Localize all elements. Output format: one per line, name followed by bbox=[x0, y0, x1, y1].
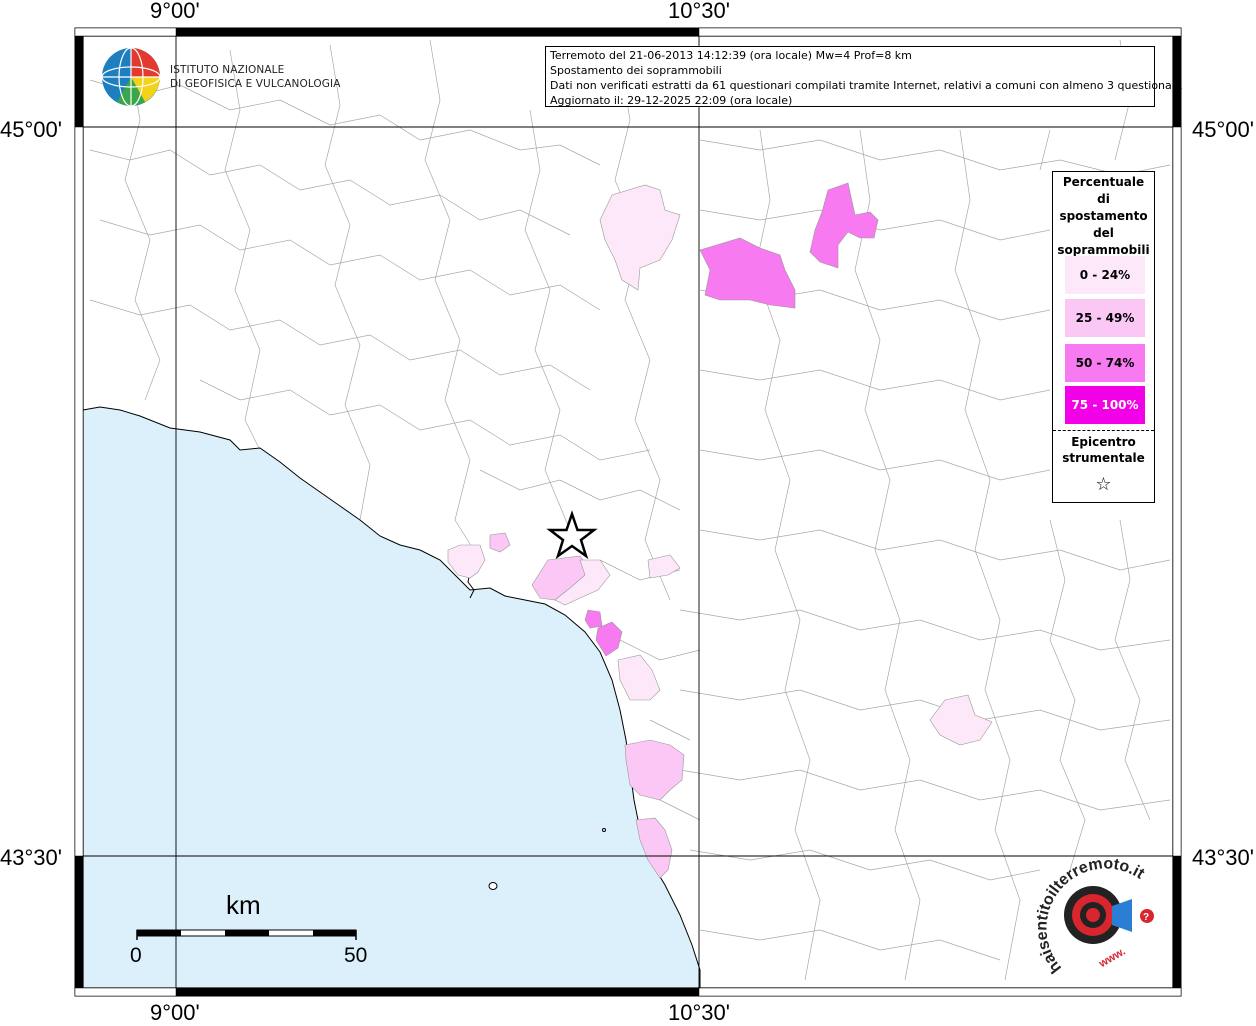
legend-item-50-74: 50 - 74% bbox=[1065, 344, 1145, 382]
scale-start: 0 bbox=[130, 944, 142, 967]
institute-line-1: ISTITUTO NAZIONALE bbox=[170, 64, 285, 76]
institute-line-2: DI GEOFISICA E VULCANOLOGIA bbox=[170, 78, 341, 90]
ingv-logo-icon bbox=[101, 47, 161, 107]
legend-title: Percentuale di spostamento del soprammob… bbox=[1053, 174, 1154, 259]
legend-item-label: 75 - 100% bbox=[1071, 398, 1139, 412]
island-meloria bbox=[602, 828, 606, 832]
scale-end: 50 bbox=[344, 944, 368, 967]
legend-item-25-49: 25 - 49% bbox=[1065, 299, 1145, 337]
legend-epicenter-line-2: strumentale bbox=[1062, 451, 1145, 465]
event-info-box: Terremoto del 21-06-2013 14:12:39 (ora l… bbox=[545, 46, 1183, 107]
scale-unit: km bbox=[226, 890, 261, 920]
legend-star-icon: ☆ bbox=[1095, 474, 1112, 495]
institute-name: ISTITUTO NAZIONALE DI GEOFISICA E VULCAN… bbox=[170, 63, 341, 91]
svg-text:?: ? bbox=[1143, 912, 1149, 923]
legend-item-label: 0 - 24% bbox=[1079, 268, 1131, 282]
data-note: Dati non verificati estratti da 61 quest… bbox=[550, 79, 1183, 92]
map-subject: Spostamento dei soprammobili bbox=[550, 64, 722, 77]
map[interactable]: ? haisentitoilterremoto.it www. bbox=[0, 0, 1256, 1024]
update-time: Aggiornato il: 29-12-2025 22:09 (ora loc… bbox=[550, 94, 793, 107]
legend-item-label: 25 - 49% bbox=[1075, 311, 1135, 325]
legend-title-line: Percentuale bbox=[1062, 175, 1145, 189]
legend-title-line: spostamento bbox=[1059, 209, 1148, 223]
island-gorgona bbox=[488, 882, 498, 890]
legend-title-line: del bbox=[1093, 226, 1114, 240]
legend-epicenter-line-1: Epicentro bbox=[1071, 435, 1136, 449]
legend-epicenter-label: Epicentro strumentale bbox=[1053, 434, 1154, 466]
legend-title-line: di bbox=[1097, 192, 1110, 206]
event-title: Terremoto del 21-06-2013 14:12:39 (ora l… bbox=[550, 49, 912, 62]
legend-item-label: 50 - 74% bbox=[1075, 356, 1135, 370]
legend: Percentuale di spostamento del soprammob… bbox=[1052, 171, 1155, 503]
legend-item-0-24: 0 - 24% bbox=[1065, 256, 1145, 294]
legend-divider bbox=[1053, 430, 1154, 431]
legend-item-75-100: 75 - 100% bbox=[1065, 386, 1145, 424]
